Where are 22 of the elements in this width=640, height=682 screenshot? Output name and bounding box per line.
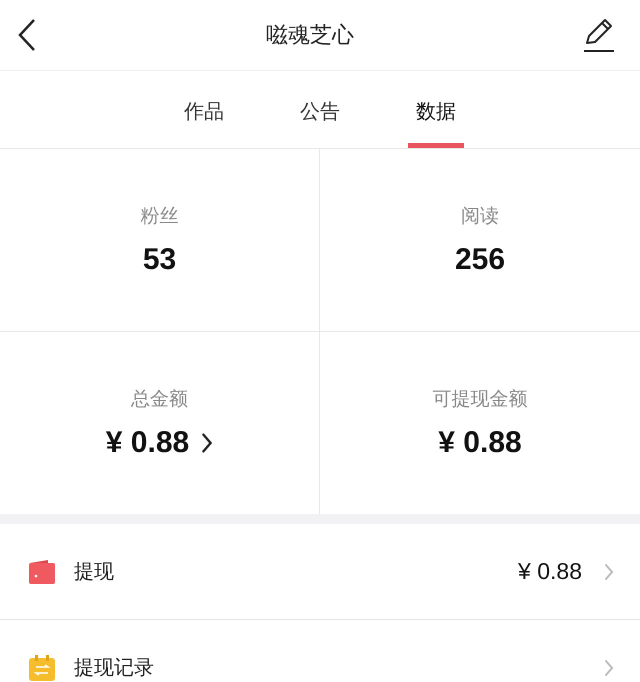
menu-item[interactable]: 提现 ¥ 0.88 (0, 524, 640, 620)
stat-label: 总金额 (131, 387, 188, 412)
stat-label: 阅读 (461, 204, 499, 229)
stat-label: 可提现金额 (432, 387, 528, 412)
stat-value: 256 (454, 243, 506, 277)
wallet-icon (28, 558, 56, 584)
menu-item[interactable]: 提现记录 (0, 620, 640, 682)
stat-label: 粉丝 (140, 204, 178, 229)
tab[interactable]: 作品 (176, 71, 232, 148)
page-title: 嗞魂芝心 (266, 22, 354, 50)
menu-label: 提现 (74, 558, 115, 585)
chevron-icon (604, 658, 614, 678)
back-icon[interactable] (16, 17, 38, 53)
menu-value: ¥ 0.88 (518, 558, 582, 585)
stat-value: ¥ 0.88 (106, 426, 190, 460)
chevron-icon (604, 562, 614, 582)
stat-value: ¥ 0.88 (438, 426, 522, 460)
menu-label: 提现记录 (74, 654, 155, 681)
pencil-icon[interactable] (582, 17, 616, 53)
tab[interactable]: 公告 (292, 71, 348, 148)
tab[interactable]: 数据 (408, 71, 464, 148)
stat-value: 53 (142, 243, 176, 277)
